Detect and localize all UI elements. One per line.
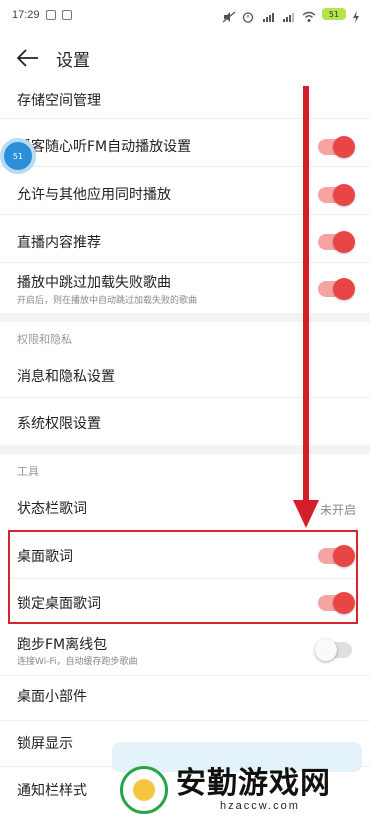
floating-ball[interactable]: 51 xyxy=(0,138,36,174)
statusbar-lyrics-value: 未开启 xyxy=(319,503,356,517)
settings-item-label: 播放中跳过加载失败歌曲 xyxy=(17,275,171,291)
section-title-tools: 工具 xyxy=(17,465,39,478)
settings-item-label: 系统权限设置 xyxy=(17,416,101,432)
divider xyxy=(0,166,370,167)
skip-failed-toggle[interactable] xyxy=(318,278,355,300)
settings-item-label: 锁屏显示 xyxy=(17,736,73,752)
signal-hd2-icon xyxy=(282,8,296,22)
settings-item-label: 存储空间管理 xyxy=(17,93,101,109)
charging-icon xyxy=(352,8,360,23)
settings-item-description: 开启后，则在播放中自动跳过加载失败的歌曲 xyxy=(17,296,198,306)
section-gap xyxy=(0,313,370,322)
live-recommend-toggle[interactable] xyxy=(318,231,355,253)
settings-item-run-fm[interactable]: 跑步FM离线包 连接Wi-Fi，自动缓存跑步歌曲 xyxy=(0,630,370,674)
divider xyxy=(0,720,370,721)
back-button[interactable] xyxy=(6,36,50,80)
settings-item-skip-failed[interactable]: 播放中跳过加载失败歌曲 开启后，则在播放中自动跳过加载失败的歌曲 xyxy=(0,268,370,312)
settings-item-description: 连接Wi-Fi，自动缓存跑步歌曲 xyxy=(17,657,138,667)
toggle-knob xyxy=(315,639,337,661)
divider xyxy=(0,118,370,119)
settings-item-label: 状态栏歌词 xyxy=(17,501,87,517)
settings-item-msg-privacy[interactable]: 消息和隐私设置 xyxy=(0,358,370,394)
watermark-url: hzaccw.com xyxy=(220,800,300,812)
section-title-privacy: 权限和隐私 xyxy=(17,333,72,346)
settings-item-fm-autoplay[interactable]: 播客随心听FM自动播放设置 xyxy=(0,128,370,164)
divider xyxy=(0,214,370,215)
watermark-logo-core xyxy=(133,779,155,801)
toggle-knob xyxy=(333,278,355,300)
watermark-title: 安勤游戏网 xyxy=(176,766,331,801)
allow-others-toggle[interactable] xyxy=(318,184,355,206)
page-title: 设置 xyxy=(56,50,90,71)
annotation-arrow-head-icon xyxy=(293,500,319,528)
notification-icon xyxy=(45,10,56,20)
divider xyxy=(0,675,370,676)
status-time: 17:29 xyxy=(12,9,40,21)
settings-item-live-recommend[interactable]: 直播内容推荐 xyxy=(0,224,370,260)
watermark-logo-icon xyxy=(120,766,168,814)
mute-icon xyxy=(222,8,236,23)
section-gap xyxy=(0,445,370,454)
header: 设置 xyxy=(0,36,370,80)
run-fm-toggle[interactable] xyxy=(315,639,352,661)
settings-item-storage[interactable]: 存储空间管理 xyxy=(0,84,370,114)
settings-item-label: 通知栏样式 xyxy=(17,783,87,799)
settings-item-widget[interactable]: 桌面小部件 xyxy=(0,678,370,714)
toggle-knob xyxy=(333,136,355,158)
divider xyxy=(0,397,370,398)
battery-icon: 51 xyxy=(322,8,346,20)
app-notification-icon xyxy=(61,10,72,20)
highlight-box xyxy=(8,530,358,624)
toggle-knob xyxy=(333,184,355,206)
settings-item-label: 桌面小部件 xyxy=(17,689,87,705)
wifi-icon xyxy=(302,8,316,22)
divider xyxy=(0,262,370,263)
annotation-arrow-line xyxy=(303,86,309,506)
settings-item-label: 播客随心听FM自动播放设置 xyxy=(17,139,192,155)
settings-item-label: 跑步FM离线包 xyxy=(17,637,108,653)
settings-item-label: 直播内容推荐 xyxy=(17,235,101,251)
toggle-knob xyxy=(333,231,355,253)
settings-item-allow-others[interactable]: 允许与其他应用同时播放 xyxy=(0,176,370,212)
settings-item-label: 消息和隐私设置 xyxy=(17,369,115,385)
fm-autoplay-toggle[interactable] xyxy=(318,136,355,158)
watermark: 安勤游戏网 hzaccw.com xyxy=(108,742,370,822)
back-arrow-icon xyxy=(17,49,38,67)
settings-item-sys-permission[interactable]: 系统权限设置 xyxy=(0,405,370,441)
status-right-icons: 51 xyxy=(222,8,360,23)
signal-hd-icon xyxy=(262,8,276,22)
floating-ball-text: 51 xyxy=(12,151,24,161)
alarm-icon xyxy=(242,8,256,23)
settings-item-label: 允许与其他应用同时播放 xyxy=(17,187,171,203)
